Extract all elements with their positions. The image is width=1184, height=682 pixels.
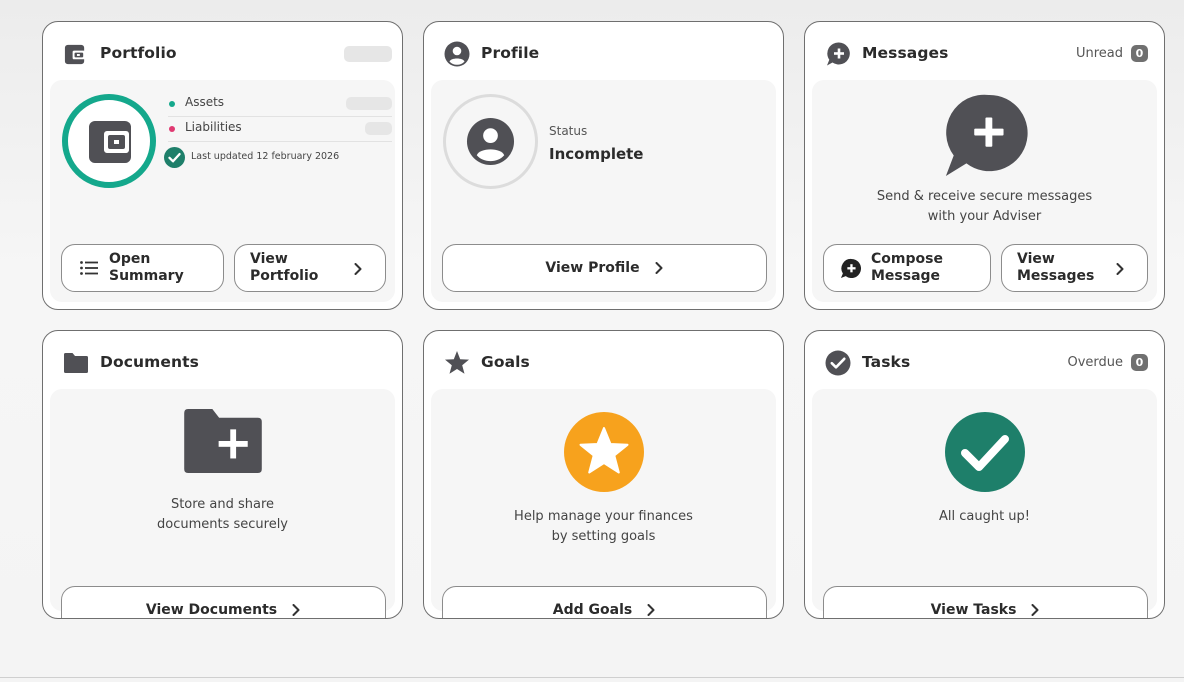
open-summary-label-line2: Summary <box>109 268 184 284</box>
documents-card: Documents Store and share documents secu… <box>42 330 403 619</box>
list-icon <box>80 261 98 275</box>
view-tasks-label: View Tasks <box>930 602 1017 618</box>
view-messages-label: View Messages <box>1017 251 1094 285</box>
last-updated-text: Last updated 12 february 2026 <box>191 151 340 162</box>
chevron-right-icon <box>655 262 663 274</box>
profile-card: Profile Status Incomplete View Profile <box>423 21 784 310</box>
portfolio-card: Portfolio Assets Liabilities Last update… <box>42 21 403 310</box>
view-messages-label-line2: Messages <box>1017 268 1095 284</box>
user-circle-icon <box>444 41 470 67</box>
compose-message-label-line1: Compose <box>871 251 943 267</box>
overdue-label: Overdue <box>1067 355 1123 370</box>
tasks-header: Tasks Overdue 0 <box>805 331 1164 389</box>
chevron-right-icon <box>1116 263 1124 275</box>
messages-description-line2: with your Adviser <box>927 209 1042 224</box>
documents-body: Store and share documents securely View … <box>50 389 395 618</box>
portfolio-total-placeholder <box>344 46 392 62</box>
messages-header: Messages Unread 0 <box>805 22 1164 80</box>
liabilities-label: Liabilities <box>185 120 242 134</box>
status-value: Incomplete <box>549 145 644 163</box>
portfolio-header: Portfolio <box>43 22 402 80</box>
chevron-right-icon <box>647 604 655 616</box>
goals-header: Goals <box>424 331 783 389</box>
view-messages-button[interactable]: View Messages <box>1001 244 1148 292</box>
liabilities-dot <box>169 126 175 132</box>
documents-title: Documents <box>100 353 199 371</box>
message-bubble-plus-icon <box>945 94 1028 177</box>
messages-title: Messages <box>862 44 949 62</box>
view-tasks-button[interactable]: View Tasks <box>823 586 1148 618</box>
documents-description-line2: documents securely <box>156 517 288 532</box>
message-plus-icon <box>827 42 850 66</box>
legend-liabilities: Liabilities <box>168 120 392 142</box>
unread-count-badge: 0 <box>1131 45 1148 62</box>
assets-dot <box>169 101 175 107</box>
tasks-description: All caught up! <box>938 509 1031 524</box>
unread-indicator: Unread 0 <box>1076 45 1148 62</box>
chevron-right-icon <box>292 604 300 616</box>
portfolio-title: Portfolio <box>100 44 177 62</box>
status-label: Status <box>549 124 588 138</box>
goals-description-line2: by setting goals <box>551 529 656 544</box>
liabilities-value-placeholder <box>365 122 392 135</box>
assets-label: Assets <box>185 95 225 109</box>
check-circle-icon <box>825 350 851 376</box>
view-portfolio-label-line2: Portfolio <box>250 268 319 284</box>
assets-value-placeholder <box>346 97 392 110</box>
compose-message-button[interactable]: Compose Message <box>823 244 991 292</box>
open-summary-label-line1: Open <box>109 251 151 267</box>
chevron-right-icon <box>1031 604 1039 616</box>
overdue-count-badge: 0 <box>1131 354 1148 371</box>
open-summary-button[interactable]: Open Summary <box>61 244 224 292</box>
compose-message-label: Compose Message <box>871 251 943 285</box>
portfolio-ring-wallet-icon <box>89 121 131 163</box>
messages-body: Send & receive secure messages with your… <box>812 80 1157 302</box>
overdue-indicator: Overdue 0 <box>1067 354 1148 371</box>
open-summary-label: Open Summary <box>109 251 184 285</box>
page-bottom-divider <box>0 677 1184 678</box>
profile-header: Profile <box>424 22 783 80</box>
view-portfolio-label: View Portfolio <box>250 251 318 285</box>
tasks-title: Tasks <box>862 353 911 371</box>
view-profile-label: View Profile <box>545 260 640 276</box>
folder-icon <box>64 353 88 373</box>
view-documents-button[interactable]: View Documents <box>61 586 386 618</box>
add-goals-label: Add Goals <box>552 602 633 618</box>
star-icon <box>445 351 469 374</box>
view-portfolio-label-line1: View <box>250 251 288 267</box>
documents-header: Documents <box>43 331 402 389</box>
view-messages-label-line1: View <box>1017 251 1055 267</box>
folder-plus-icon <box>184 409 262 473</box>
view-profile-button[interactable]: View Profile <box>442 244 767 292</box>
compose-message-label-line2: Message <box>871 268 941 284</box>
tasks-card: Tasks Overdue 0 All caught up! View Task… <box>804 330 1165 619</box>
goals-description: Help manage your finances by setting goa… <box>431 507 776 547</box>
goals-description-line1: Help manage your finances <box>514 509 693 524</box>
messages-description: Send & receive secure messages with your… <box>812 187 1157 227</box>
goal-star-badge-icon <box>564 412 644 492</box>
add-goals-button[interactable]: Add Goals <box>442 586 767 618</box>
goals-card: Goals Help manage your finances by setti… <box>423 330 784 619</box>
view-portfolio-button[interactable]: View Portfolio <box>234 244 386 292</box>
tasks-complete-check-icon <box>945 412 1025 492</box>
wallet-icon <box>64 44 86 65</box>
view-documents-label: View Documents <box>145 602 278 618</box>
messages-card: Messages Unread 0 Send & receive secure … <box>804 21 1165 310</box>
portfolio-body: Assets Liabilities Last updated 12 febru… <box>50 80 395 302</box>
messages-description-line1: Send & receive secure messages <box>876 189 1093 204</box>
documents-description: Store and share documents securely <box>50 495 395 535</box>
unread-label: Unread <box>1075 46 1123 61</box>
legend-assets: Assets <box>168 95 392 117</box>
compose-plus-icon <box>840 258 861 278</box>
goals-title: Goals <box>481 353 530 371</box>
profile-title: Profile <box>481 44 540 62</box>
tasks-body: All caught up! View Tasks <box>812 389 1157 618</box>
profile-avatar-icon <box>466 117 515 166</box>
goals-body: Help manage your finances by setting goa… <box>431 389 776 618</box>
updated-check-icon <box>164 147 185 168</box>
profile-body: Status Incomplete View Profile <box>431 80 776 302</box>
documents-description-line1: Store and share <box>170 497 275 512</box>
chevron-right-icon <box>354 263 362 275</box>
